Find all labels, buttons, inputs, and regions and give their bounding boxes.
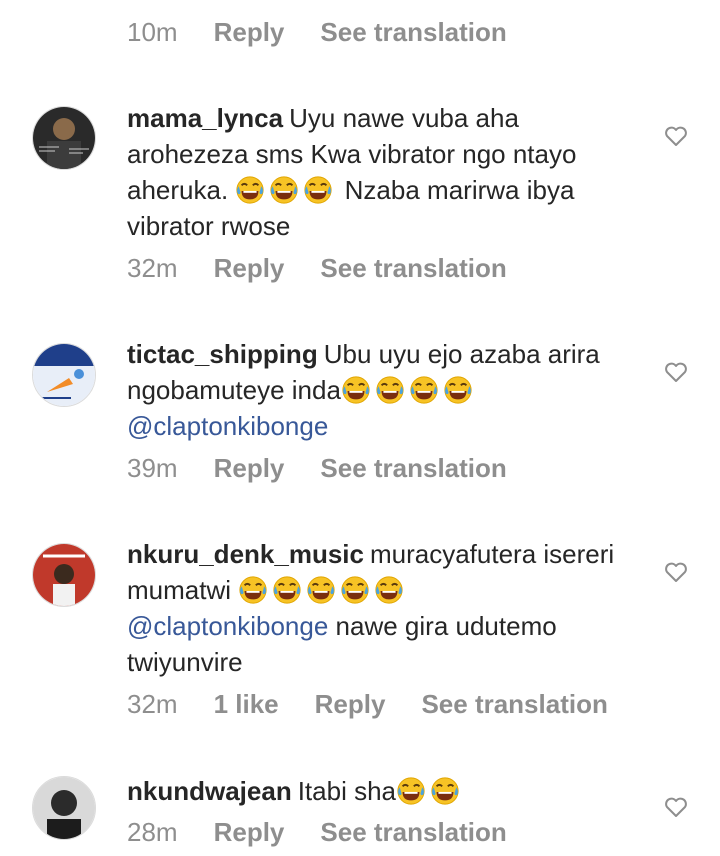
laughing-emoji-icon [306,575,336,605]
laughing-emoji-icon [238,575,268,605]
comment-username[interactable]: nkuru_denk_music [127,539,364,569]
like-heart-icon[interactable] [663,359,689,385]
see-translation-button[interactable]: See translation [320,17,506,48]
comment-time: 28m [127,817,178,847]
laughing-emoji-icon [430,776,460,806]
reply-button[interactable]: Reply [214,17,285,48]
comment-text: nkuru_denk_music muracyafutera isereri mu… [127,536,627,680]
laughing-emoji-icon [409,375,439,405]
comment-text: tictac_shipping Ubu uyu ejo azaba arira n… [127,336,627,444]
laughing-emoji-icon [443,375,473,405]
comment-time: 32m [127,253,178,283]
comment-time: 32m [127,689,178,719]
reply-button[interactable]: Reply [214,453,285,484]
laughing-emoji-icon [374,575,404,605]
mention-link[interactable]: @claptonkibonge [127,611,328,641]
comment-username[interactable]: nkundwajean [127,776,292,806]
avatar[interactable] [32,776,96,840]
like-heart-icon[interactable] [663,123,689,149]
see-translation-button[interactable]: See translation [320,453,506,484]
comment-username[interactable]: tictac_shipping [127,339,318,369]
see-translation-button[interactable]: See translation [320,253,506,284]
laughing-emoji-icon [341,375,371,405]
avatar[interactable] [32,543,96,607]
comment-meta: 32m 1 like Reply See translation [127,689,644,720]
see-translation-button[interactable]: See translation [421,689,607,720]
laughing-emoji-icon [396,776,426,806]
reply-button[interactable]: Reply [315,689,386,720]
laughing-emoji-icon [235,175,265,205]
comment-meta: 28m Reply See translation [127,817,543,848]
laughing-emoji-icon [272,575,302,605]
comment-username[interactable]: mama_lynca [127,103,283,133]
laughing-emoji-icon [303,175,333,205]
reply-button[interactable]: Reply [214,817,285,848]
comment-text: mama_lynca Uyu nawe vuba aha arohezeza sm… [127,100,627,244]
like-heart-icon[interactable] [663,794,689,820]
comment-body: Itabi sha [297,776,396,806]
comment-meta-top: 10m Reply See translation [127,17,543,48]
comment-meta: 39m Reply See translation [127,453,543,484]
avatar[interactable] [32,343,96,407]
avatar[interactable] [32,106,96,170]
likes-count[interactable]: 1 like [214,689,279,720]
laughing-emoji-icon [269,175,299,205]
reply-button[interactable]: Reply [214,253,285,284]
comment-text: nkundwajean Itabi sha [127,773,627,809]
comment-meta: 32m Reply See translation [127,253,543,284]
mention-link[interactable]: @claptonkibonge [127,411,328,441]
like-heart-icon[interactable] [663,559,689,585]
comment-time: 39m [127,453,178,483]
laughing-emoji-icon [375,375,405,405]
see-translation-button[interactable]: See translation [320,817,506,848]
comment-time: 10m [127,17,178,47]
laughing-emoji-icon [340,575,370,605]
